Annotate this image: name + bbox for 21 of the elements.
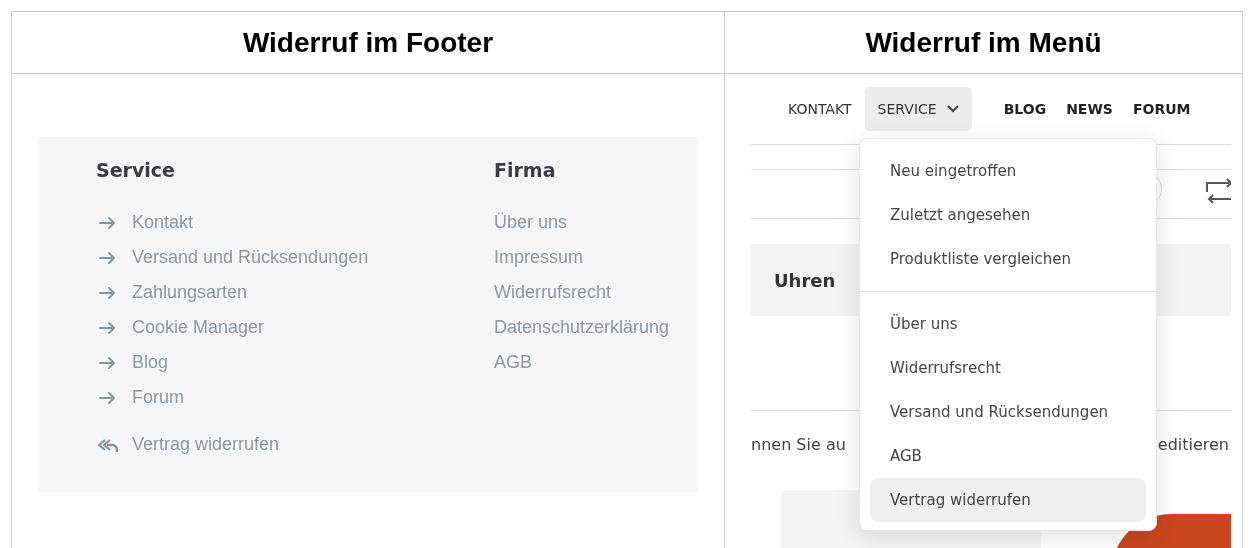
chevron-down-icon (946, 105, 959, 113)
column-header: Widerruf im Footer (12, 12, 725, 74)
nav-item[interactable]: SERVICE (864, 87, 972, 131)
menu-item[interactable]: Produktliste vergleichen (870, 237, 1146, 281)
nav-item[interactable]: BLOG (993, 87, 1057, 131)
column-header: Widerruf im Menü (725, 12, 1242, 74)
menu-item[interactable]: Vertrag widerrufen (870, 478, 1146, 522)
menu-item[interactable]: Versand und Rücksendungen (870, 390, 1146, 434)
body-text: nnen Sie au (751, 435, 846, 454)
category-link[interactable]: Uhren (774, 269, 836, 291)
menu-item[interactable]: Zuletzt angesehen (870, 193, 1146, 237)
body-text: editieren (1157, 435, 1229, 454)
menu-item[interactable]: AGB (870, 434, 1146, 478)
footer-heading: Service (96, 159, 176, 181)
footer-heading: Firma (494, 159, 557, 181)
menu-item[interactable]: Neu eingetroffen (870, 149, 1146, 193)
nav-item[interactable]: NEWS (1056, 87, 1123, 131)
nav-item[interactable]: FORUM (1122, 87, 1201, 131)
menu-item[interactable]: Über uns (870, 302, 1146, 346)
menu-item[interactable]: Widerrufsrecht (870, 346, 1146, 390)
nav-item[interactable]: KONTAKT (775, 87, 865, 131)
